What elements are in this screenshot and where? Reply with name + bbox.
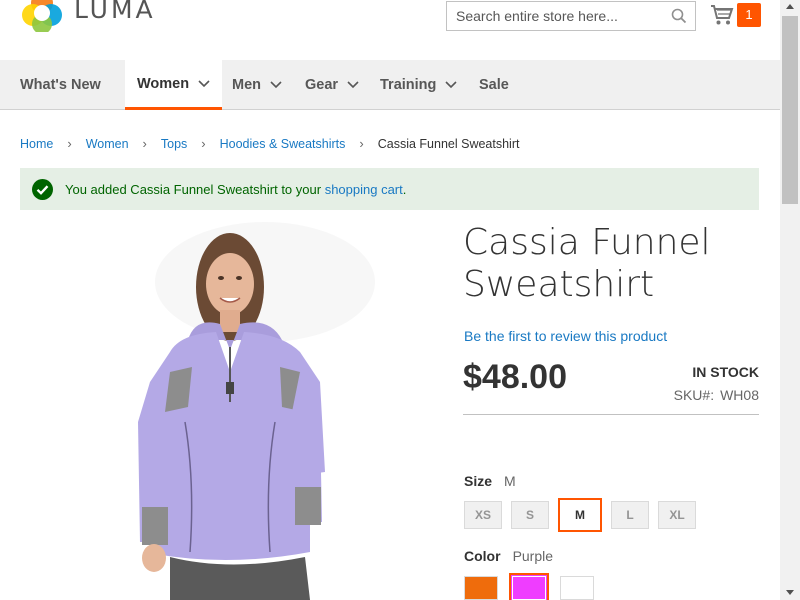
- nav-item-label: Training: [380, 76, 437, 93]
- size-option-l[interactable]: L: [611, 501, 649, 529]
- color-option-orange[interactable]: [464, 576, 498, 600]
- nav-item-women[interactable]: Women: [125, 60, 223, 110]
- color-selected-value: Purple: [512, 548, 554, 564]
- review-link[interactable]: Be the first to review this product: [464, 328, 667, 344]
- size-option-xl[interactable]: XL: [658, 501, 696, 529]
- luma-logo-icon: [22, 0, 62, 32]
- nav-item-gear[interactable]: Gear: [305, 60, 359, 109]
- chevron-right-icon: ›: [359, 136, 364, 151]
- size-selected-value: M: [504, 473, 516, 489]
- color-option-white[interactable]: [560, 576, 594, 600]
- stock-status: In stock: [692, 364, 759, 380]
- check-circle-icon: [32, 178, 53, 200]
- nav-item-label: Women: [137, 75, 190, 92]
- scroll-up-arrow-icon[interactable]: [786, 4, 794, 9]
- product-photo-illustration: [138, 222, 375, 600]
- chevron-right-icon: ›: [142, 136, 147, 151]
- nav-item-label: Gear: [305, 76, 339, 93]
- product-price: $48.00: [463, 358, 567, 396]
- nav-item-whats-new[interactable]: What's New: [20, 60, 101, 109]
- scrollbar-thumb[interactable]: [782, 16, 798, 204]
- minicart[interactable]: 1: [710, 3, 761, 27]
- sku-value: WH08: [720, 387, 759, 403]
- product-sku: SKU#: WH08: [674, 387, 759, 403]
- chevron-down-icon: [270, 80, 282, 88]
- shopping-cart-link[interactable]: shopping cart: [325, 182, 403, 197]
- breadcrumb-home[interactable]: Home: [20, 137, 53, 151]
- product-image[interactable]: [20, 222, 430, 600]
- page-header: LUMA 1: [0, 0, 780, 60]
- success-message: You added Cassia Funnel Sweatshirt to yo…: [20, 168, 759, 210]
- scroll-down-arrow-icon[interactable]: [786, 590, 794, 595]
- chevron-right-icon: ›: [67, 136, 72, 151]
- nav-item-sale[interactable]: Sale: [479, 60, 509, 109]
- nav-item-label: What's New: [20, 76, 101, 93]
- color-option-purple[interactable]: [509, 573, 549, 600]
- store-logo[interactable]: LUMA: [20, 0, 156, 32]
- size-swatches: XS S M L XL: [464, 498, 705, 532]
- breadcrumb-women[interactable]: Women: [86, 137, 129, 151]
- chevron-down-icon: [445, 80, 457, 88]
- shopping-cart-icon[interactable]: [710, 4, 734, 26]
- size-attribute: Size M: [464, 473, 516, 489]
- nav-item-training[interactable]: Training: [380, 60, 457, 109]
- nav-item-men[interactable]: Men: [232, 60, 282, 109]
- main-navigation: What's New Women Men Gear Training Sale: [0, 60, 780, 110]
- page-scrollbar[interactable]: [780, 0, 800, 600]
- logo-text: LUMA: [74, 0, 156, 24]
- size-option-xs[interactable]: XS: [464, 501, 502, 529]
- nav-item-label: Sale: [479, 76, 509, 93]
- success-message-text: You added Cassia Funnel Sweatshirt to yo…: [65, 182, 406, 197]
- color-label: Color: [464, 548, 501, 564]
- search-icon[interactable]: [671, 8, 687, 24]
- color-attribute: Color Purple: [464, 548, 553, 564]
- breadcrumb-hoodies-sweatshirts[interactable]: Hoodies & Sweatshirts: [220, 137, 346, 151]
- divider: [463, 414, 759, 415]
- breadcrumb-tops[interactable]: Tops: [161, 137, 187, 151]
- size-label: Size: [464, 473, 493, 489]
- nav-item-label: Men: [232, 76, 261, 93]
- chevron-right-icon: ›: [201, 136, 206, 151]
- sku-label: SKU#:: [673, 387, 715, 403]
- size-option-m[interactable]: M: [558, 498, 602, 532]
- size-option-s[interactable]: S: [511, 501, 549, 529]
- message-prefix: You added Cassia Funnel Sweatshirt to yo…: [65, 181, 325, 197]
- search-input[interactable]: [447, 2, 662, 30]
- breadcrumb: Home › Women › Tops › Hoodies & Sweatshi…: [20, 136, 519, 151]
- color-swatches: [464, 573, 605, 600]
- cart-count-badge[interactable]: 1: [737, 3, 761, 27]
- product-title: Cassia Funnel Sweatshirt: [463, 222, 711, 305]
- chevron-down-icon: [347, 80, 359, 88]
- chevron-down-icon: [198, 79, 210, 87]
- search-box: [446, 1, 696, 31]
- message-suffix: .: [402, 181, 407, 197]
- breadcrumb-current: Cassia Funnel Sweatshirt: [377, 136, 520, 151]
